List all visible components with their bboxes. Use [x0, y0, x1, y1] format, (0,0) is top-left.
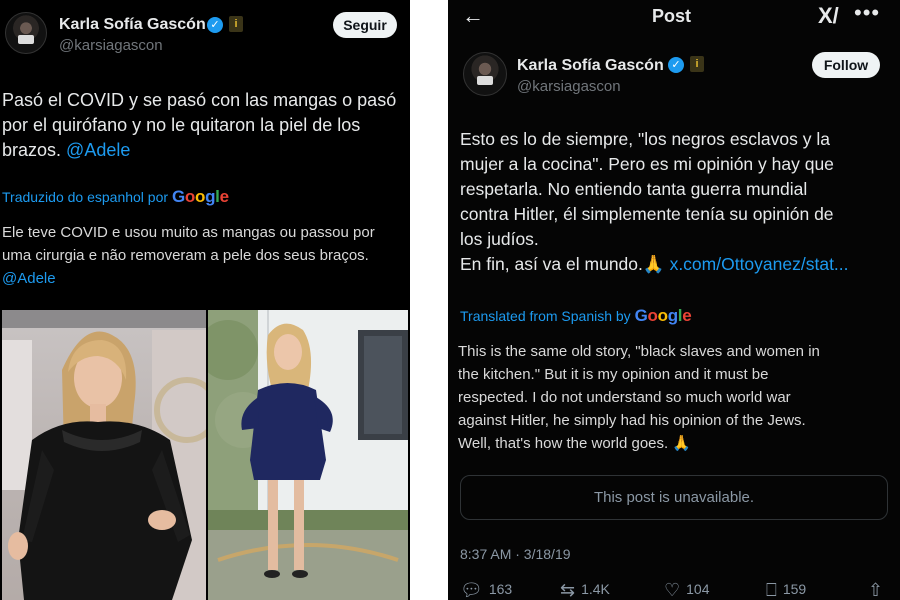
folded-hands-emoji: 🙏 — [672, 435, 692, 452]
quoted-post-unavailable: This post is unavailable. — [460, 475, 888, 520]
reply-icon: 💬︎ — [460, 580, 483, 600]
post-text-line: mujer a la cocina". Pero es mi opinión y… — [460, 154, 834, 174]
more-options-icon[interactable]: ••• — [854, 0, 880, 26]
mention-link[interactable]: @Adele — [66, 140, 130, 160]
post-text-line: los judíos. — [460, 229, 539, 249]
translation-attribution[interactable]: Translated from Spanish by Google — [460, 306, 692, 326]
bookmark-icon: ⎕ — [766, 580, 777, 600]
translated-line: respected. I do not understand so much w… — [458, 389, 791, 406]
display-name[interactable]: Karla Sofía Gascón — [59, 16, 206, 34]
translation-attribution[interactable]: Traduzido do espanhol por Google — [2, 187, 229, 207]
display-name[interactable]: Karla Sofía Gascón — [517, 57, 664, 75]
post-timestamp[interactable]: 8:37 AM · 3/18/19 — [460, 546, 571, 562]
translated-line: Ele teve COVID e usou muito as mangas ou… — [2, 224, 375, 241]
reply-count: 163 — [488, 581, 513, 597]
share-icon: ⇧ — [868, 580, 884, 600]
follow-button[interactable]: Seguir — [333, 12, 397, 38]
verified-badge-icon: ✓ — [668, 57, 684, 73]
post-text-line: respetarla. No entiendo tanta guerra mun… — [460, 179, 808, 199]
mention-link[interactable]: @Adele — [2, 267, 407, 290]
left-post-screenshot: Karla Sofía Gascón ✓ i @karsiagascon Seg… — [0, 0, 410, 600]
repost-count: 1.4K — [581, 581, 610, 597]
share-button[interactable]: ⇧ — [868, 580, 889, 600]
grok-icon[interactable]: X/ — [818, 3, 839, 29]
translated-line: against Hitler, he simply had his opinio… — [458, 412, 806, 429]
reply-button[interactable]: 💬︎ 163 — [460, 580, 512, 600]
translated-text: This is the same old story, "black slave… — [458, 340, 890, 455]
post-text-line: contra Hitler, él simplemente tenía su o… — [460, 204, 834, 224]
like-count: 104 — [686, 581, 710, 597]
repost-button[interactable]: ⇆ 1.4K — [560, 580, 610, 600]
repost-icon: ⇆ — [560, 580, 576, 600]
post-text-line: brazos. — [2, 140, 62, 160]
post-text-line: por el quirófano y no le quitaron la pie… — [2, 115, 361, 135]
google-logo: Google — [634, 306, 692, 325]
heart-icon: ♡ — [664, 580, 681, 600]
post-text-line: Pasó el COVID y se pasó con las mangas o… — [2, 90, 397, 110]
translated-line: Well, that's how the world goes. — [458, 435, 669, 452]
photo-illustration — [2, 310, 206, 600]
translated-line: This is the same old story, "black slave… — [458, 343, 820, 360]
translation-label: Traduzido do espanhol por — [2, 189, 169, 205]
translated-line: the kitchen." But it is my opinion and i… — [458, 366, 769, 383]
post-text: Pasó el COVID y se pasó con las mangas o… — [2, 88, 407, 163]
info-badge-icon: i — [690, 56, 704, 72]
translated-line: uma cirurgia e não removeram a pele dos … — [2, 247, 369, 264]
post-photo-1[interactable] — [2, 310, 206, 600]
google-logo: Google — [171, 187, 229, 206]
page-title: Post — [652, 6, 692, 26]
post-text: Esto es lo de siempre, "los negros escla… — [460, 127, 892, 277]
translated-text: Ele teve COVID e usou muito as mangas ou… — [2, 221, 407, 290]
bookmark-button[interactable]: ⎕ 159 — [766, 580, 806, 600]
photo-illustration — [208, 310, 408, 600]
quoted-link[interactable]: x.com/Ottoyanez/stat... — [670, 254, 849, 274]
handle[interactable]: @karsiagascon — [59, 37, 163, 54]
handle[interactable]: @karsiagascon — [517, 78, 621, 95]
info-badge-icon: i — [229, 16, 243, 32]
post-text-line: Esto es lo de siempre, "los negros escla… — [460, 129, 830, 149]
folded-hands-emoji: 🙏 — [642, 254, 665, 274]
back-arrow-icon[interactable]: ← — [462, 3, 484, 29]
post-photo-2[interactable] — [208, 310, 408, 600]
bookmark-count: 159 — [782, 581, 807, 597]
verified-badge-icon: ✓ — [207, 17, 223, 33]
avatar[interactable] — [463, 52, 507, 96]
follow-button[interactable]: Follow — [812, 52, 880, 78]
post-text-line: En fin, así va el mundo. — [460, 254, 643, 274]
like-button[interactable]: ♡ 104 — [664, 580, 710, 600]
translation-label: Translated from Spanish by — [460, 308, 631, 324]
avatar[interactable] — [5, 12, 47, 54]
